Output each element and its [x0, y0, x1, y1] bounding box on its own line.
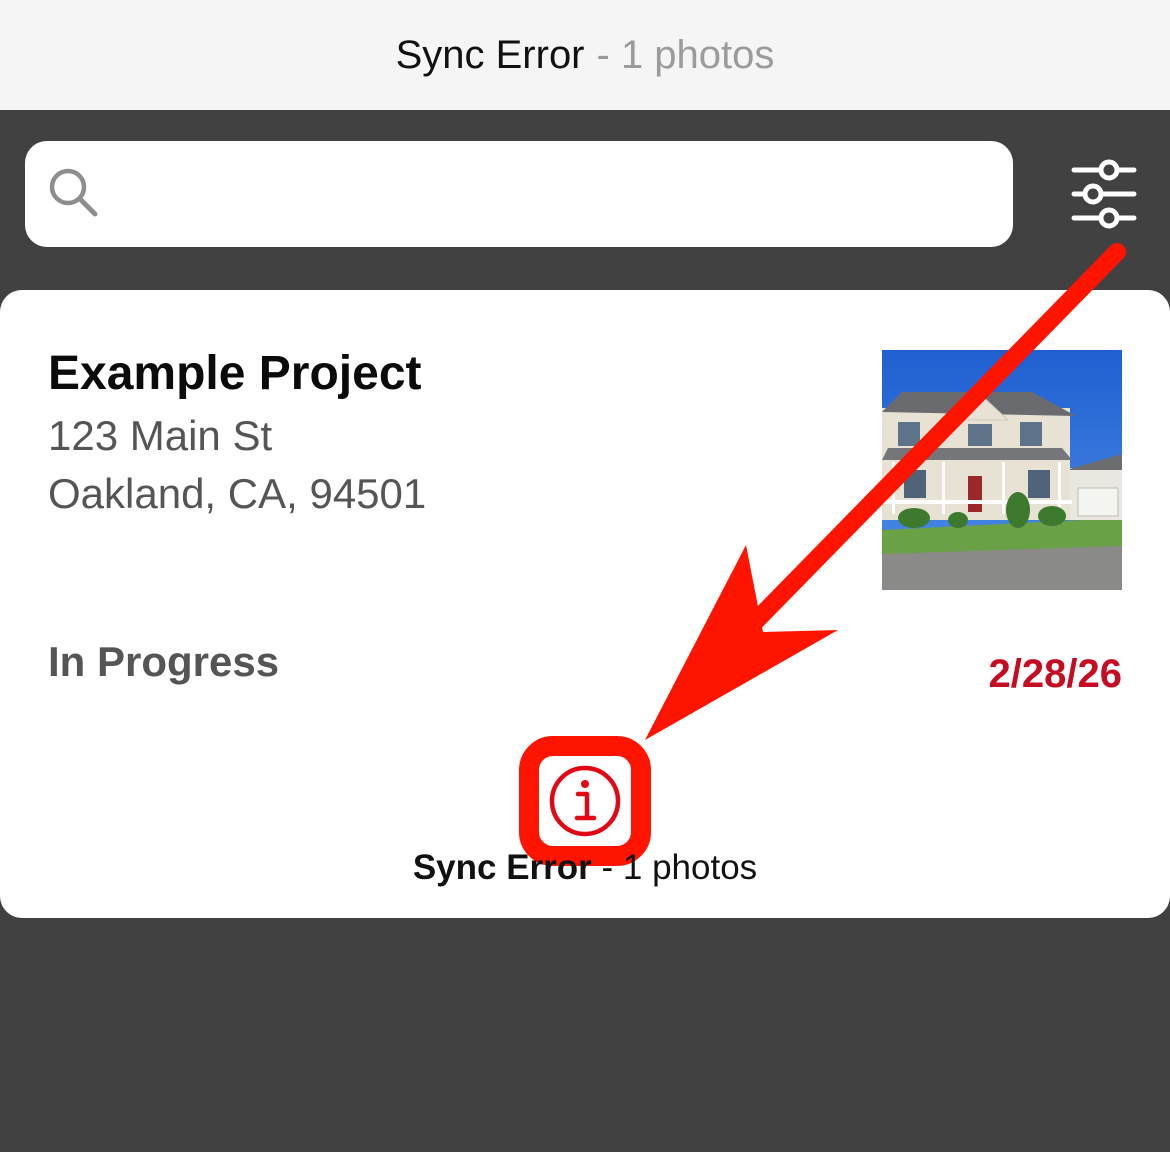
- card-sync-label: Sync Error: [412, 848, 592, 887]
- search-field[interactable]: [25, 141, 1013, 247]
- project-date: 2/28/26: [988, 652, 1122, 696]
- sync-status-count: - 1 photos: [596, 32, 775, 77]
- project-status: In Progress: [48, 638, 280, 685]
- sync-status-banner: Sync Error - 1 photos: [0, 0, 1170, 110]
- project-thumbnail: [882, 350, 1122, 590]
- filter-button[interactable]: [1066, 158, 1142, 230]
- sync-status-label: Sync Error: [395, 32, 585, 77]
- search-input[interactable]: [115, 164, 975, 224]
- sliders-filter-icon: [1071, 159, 1137, 229]
- card-sync-count: - 1 photos: [601, 848, 758, 887]
- address-line-2: Oakland, CA, 94501: [48, 470, 427, 517]
- search-icon: [47, 166, 99, 223]
- project-card[interactable]: Example Project 123 Main St Oakland, CA,…: [0, 290, 1170, 918]
- project-title: Example Project: [48, 347, 422, 400]
- app-screen: Sync Error - 1 photos Example Project 12…: [0, 0, 1170, 1152]
- info-button[interactable]: [519, 736, 651, 866]
- toolbar: [0, 110, 1170, 290]
- card-sync-status: Sync Error - 1 photos: [0, 848, 1170, 888]
- info-icon: [549, 765, 621, 837]
- address-line-1: 123 Main St: [48, 412, 273, 459]
